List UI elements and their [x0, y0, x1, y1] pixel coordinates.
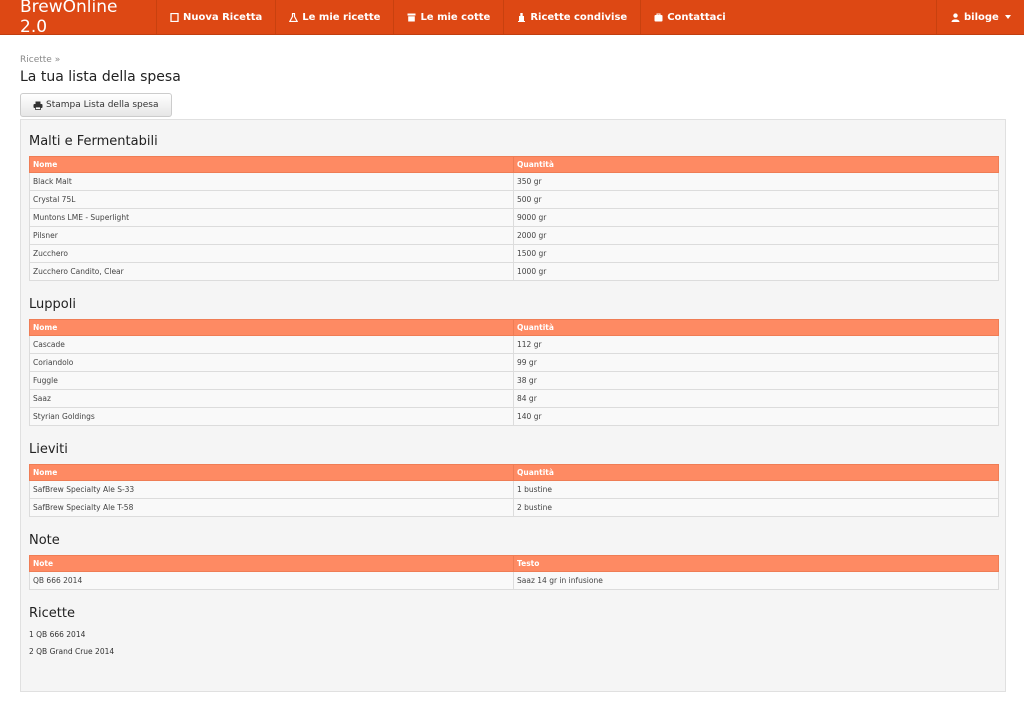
nav-item-le-mie-cotte[interactable]: Le mie cotte [393, 0, 503, 34]
cell-quantita: 1000 gr [513, 262, 999, 281]
table-row: Pilsner 2000 gr [29, 226, 999, 245]
table-row: Styrian Goldings 140 gr [29, 407, 999, 426]
printer-icon [33, 101, 43, 110]
shopping-list-panel: Malti e Fermentabili Nome Quantità Black… [20, 119, 1006, 692]
cell-nome: Fuggle [29, 371, 514, 390]
cell-nome: Zucchero [29, 244, 514, 263]
user-name: biloge [964, 11, 999, 23]
document-icon [170, 12, 179, 22]
luppoli-table: Nome Quantità Cascade 112 gr Coriandolo 99… [29, 319, 999, 426]
table-row: Saaz 84 gr [29, 389, 999, 408]
cell-testo: Saaz 14 gr in infusione [513, 571, 999, 590]
table-row: SafBrew Specialty Ale T-58 2 bustine [29, 498, 999, 517]
note-table: Note Testo QB 666 2014 Saaz 14 gr in infu… [29, 555, 999, 590]
table-row: Coriandolo 99 gr [29, 353, 999, 372]
flask-icon [289, 12, 299, 22]
table-row: QB 666 2014 Saaz 14 gr in infusione [29, 571, 999, 590]
chevron-down-icon [1004, 15, 1011, 19]
print-button-label: Stampa Lista della spesa [46, 100, 159, 110]
nav-item-contattaci[interactable]: Contattaci [640, 0, 739, 34]
column-header-testo: Testo [513, 555, 999, 572]
cell-nome: SafBrew Specialty Ale T-58 [29, 498, 514, 517]
main-content: Ricette » La tua lista della spesa Stamp… [0, 55, 1024, 692]
cell-quantita: 140 gr [513, 407, 999, 426]
column-header-nome: Nome [29, 319, 514, 336]
lieviti-table: Nome Quantità SafBrew Specialty Ale S-33… [29, 464, 999, 517]
recipe-list: 1 QB 666 2014 2 QB Grand Crue 2014 [29, 626, 997, 660]
cell-quantita: 2000 gr [513, 226, 999, 245]
column-header-nome: Nome [29, 464, 514, 481]
nav-item-le-mie-ricette[interactable]: Le mie ricette [275, 0, 393, 34]
cell-quantita: 1 bustine [513, 480, 999, 499]
table-row: Fuggle 38 gr [29, 371, 999, 390]
table-row: Crystal 75L 500 gr [29, 190, 999, 209]
cell-note: QB 666 2014 [29, 571, 514, 590]
print-shopping-list-button[interactable]: Stampa Lista della spesa [20, 93, 172, 117]
table-row: Zucchero Candito, Clear 1000 gr [29, 262, 999, 281]
table-row: Muntons LME - Superlight 9000 gr [29, 208, 999, 227]
nav-item-nuova-ricetta[interactable]: Nuova Ricetta [156, 0, 275, 34]
user-icon [951, 12, 960, 22]
user-menu[interactable]: biloge [936, 0, 1024, 34]
cell-nome: Cascade [29, 335, 514, 354]
cell-nome: Saaz [29, 389, 514, 408]
cell-nome: Styrian Goldings [29, 407, 514, 426]
cell-nome: Zucchero Candito, Clear [29, 262, 514, 281]
bottle-icon [517, 12, 526, 22]
cell-nome: SafBrew Specialty Ale S-33 [29, 480, 514, 499]
nav-item-label: Ricette condivise [530, 11, 628, 23]
cell-nome: Pilsner [29, 226, 514, 245]
malti-table: Nome Quantità Black Malt 350 gr Crystal 7… [29, 156, 999, 281]
column-header-nome: Nome [29, 156, 514, 173]
cell-nome: Coriandolo [29, 353, 514, 372]
page-title: La tua lista della spesa [20, 69, 181, 85]
section-title-luppoli: Luppoli [29, 297, 76, 312]
column-header-quantita: Quantità [513, 319, 999, 336]
section-title-malti: Malti e Fermentabili [29, 134, 158, 149]
table-header-row: Note Testo [29, 555, 999, 572]
top-navbar: BrewOnline 2.0 Nuova Ricetta Le mie rice… [0, 0, 1024, 37]
cell-quantita: 38 gr [513, 371, 999, 390]
nav-item-ricette-condivise[interactable]: Ricette condivise [503, 0, 640, 34]
section-title-note: Note [29, 533, 60, 548]
table-header-row: Nome Quantità [29, 464, 999, 481]
column-header-quantita: Quantità [513, 156, 999, 173]
cell-quantita: 500 gr [513, 190, 999, 209]
table-header-row: Nome Quantità [29, 319, 999, 336]
breadcrumb[interactable]: Ricette » [20, 55, 1004, 65]
table-row: Black Malt 350 gr [29, 172, 999, 191]
table-row: SafBrew Specialty Ale S-33 1 bustine [29, 480, 999, 499]
section-title-ricette: Ricette [29, 606, 75, 621]
cell-quantita: 9000 gr [513, 208, 999, 227]
cell-nome: Crystal 75L [29, 190, 514, 209]
column-header-note: Note [29, 555, 514, 572]
cell-quantita: 112 gr [513, 335, 999, 354]
cell-quantita: 2 bustine [513, 498, 999, 517]
table-row: Zucchero 1500 gr [29, 244, 999, 263]
cell-nome: Black Malt [29, 172, 514, 191]
briefcase-icon [654, 13, 663, 22]
brand-logo[interactable]: BrewOnline 2.0 [0, 0, 156, 37]
section-title-lieviti: Lieviti [29, 442, 68, 457]
table-row: Cascade 112 gr [29, 335, 999, 354]
cell-quantita: 1500 gr [513, 244, 999, 263]
cell-quantita: 350 gr [513, 172, 999, 191]
nav-item-label: Nuova Ricetta [183, 11, 263, 23]
list-item: 2 QB Grand Crue 2014 [29, 647, 115, 656]
nav-item-label: Le mie ricette [302, 11, 381, 23]
nav-item-label: Contattaci [667, 11, 726, 23]
list-item: 1 QB 666 2014 [29, 630, 86, 639]
cell-quantita: 99 gr [513, 353, 999, 372]
nav-item-label: Le mie cotte [420, 11, 491, 23]
barrel-icon [407, 13, 416, 22]
column-header-quantita: Quantità [513, 464, 999, 481]
cell-quantita: 84 gr [513, 389, 999, 408]
table-header-row: Nome Quantità [29, 156, 999, 173]
cell-nome: Muntons LME - Superlight [29, 208, 514, 227]
